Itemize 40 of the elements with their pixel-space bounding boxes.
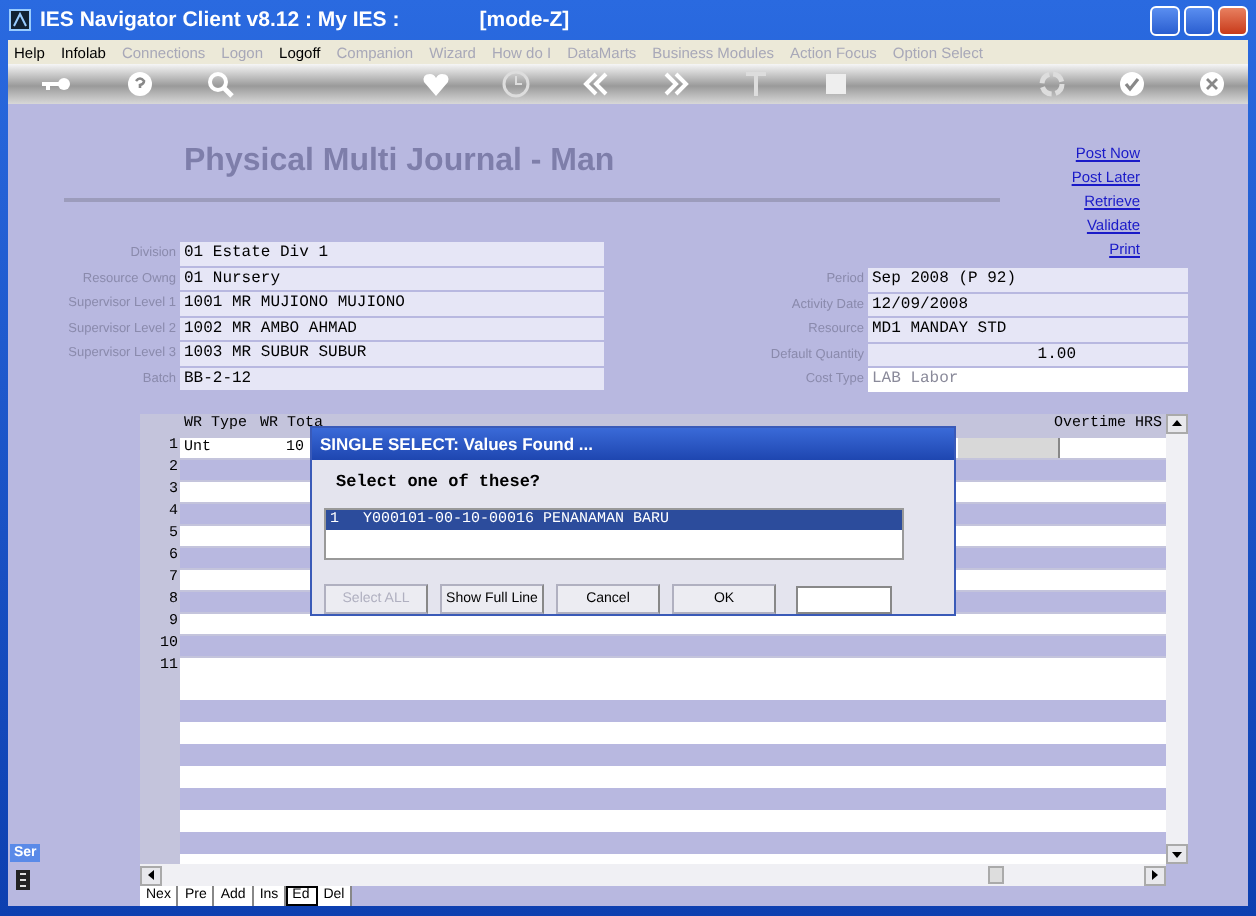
app-icon xyxy=(8,8,32,32)
input-field[interactable]: MD1 MANDAY STD xyxy=(868,318,1188,341)
help-icon[interactable] xyxy=(124,70,156,98)
close-button[interactable] xyxy=(1218,5,1248,35)
maximize-button[interactable] xyxy=(1184,5,1214,35)
input-field[interactable]: 01 Nursery xyxy=(180,267,604,290)
document-icon[interactable] xyxy=(16,870,30,890)
input-field[interactable]: 1002 MR AMBO AHMAD xyxy=(180,317,604,340)
vertical-scrollbar[interactable] xyxy=(1166,413,1188,864)
fast-forward-icon[interactable] xyxy=(660,70,692,98)
input-field[interactable]: LAB Labor xyxy=(868,368,1188,391)
heart-icon[interactable] xyxy=(420,70,452,98)
input-field[interactable]: 1.00 xyxy=(868,343,1188,366)
scroll-down-icon[interactable] xyxy=(1172,851,1182,857)
close-icon[interactable] xyxy=(1196,70,1228,98)
clock-icon[interactable] xyxy=(500,70,532,98)
minimize-button[interactable] xyxy=(1150,5,1180,35)
window-title: IES Navigator Client v8.12 : My IES : xyxy=(40,8,400,32)
scroll-left-icon[interactable] xyxy=(148,870,154,880)
table-cell xyxy=(958,437,1058,457)
horizontal-scrollbar[interactable] xyxy=(140,864,1166,886)
form-title: Physical Multi Journal - Man xyxy=(64,142,1000,202)
input-field[interactable]: 01 Estate Div 1 xyxy=(180,242,604,265)
input-field[interactable] xyxy=(796,585,892,613)
check-icon[interactable] xyxy=(1116,70,1148,98)
input-field[interactable]: Sep 2008 (P 92) xyxy=(868,268,1188,291)
search-icon[interactable] xyxy=(204,70,236,98)
dialog-title: SINGLE SELECT: Values Found ... xyxy=(312,428,954,460)
dialog-prompt: Select one of these? xyxy=(336,472,543,492)
scroll-thumb[interactable] xyxy=(988,866,1004,884)
rewind-icon[interactable] xyxy=(580,70,612,98)
recycle-icon[interactable] xyxy=(1036,70,1068,98)
mode-label: [mode-Z] xyxy=(479,8,570,32)
scroll-right-icon[interactable] xyxy=(1152,870,1158,880)
scroll-up-icon[interactable] xyxy=(1172,420,1182,426)
stop-icon[interactable] xyxy=(820,70,852,98)
input-field[interactable]: 1001 MR MUJIONO MUJIONO xyxy=(180,292,604,315)
input-field[interactable]: 12/09/2008 xyxy=(868,293,1188,316)
input-field[interactable]: BB-2-12 xyxy=(180,367,604,390)
input-field[interactable]: 1003 MR SUBUR SUBUR xyxy=(180,342,604,365)
